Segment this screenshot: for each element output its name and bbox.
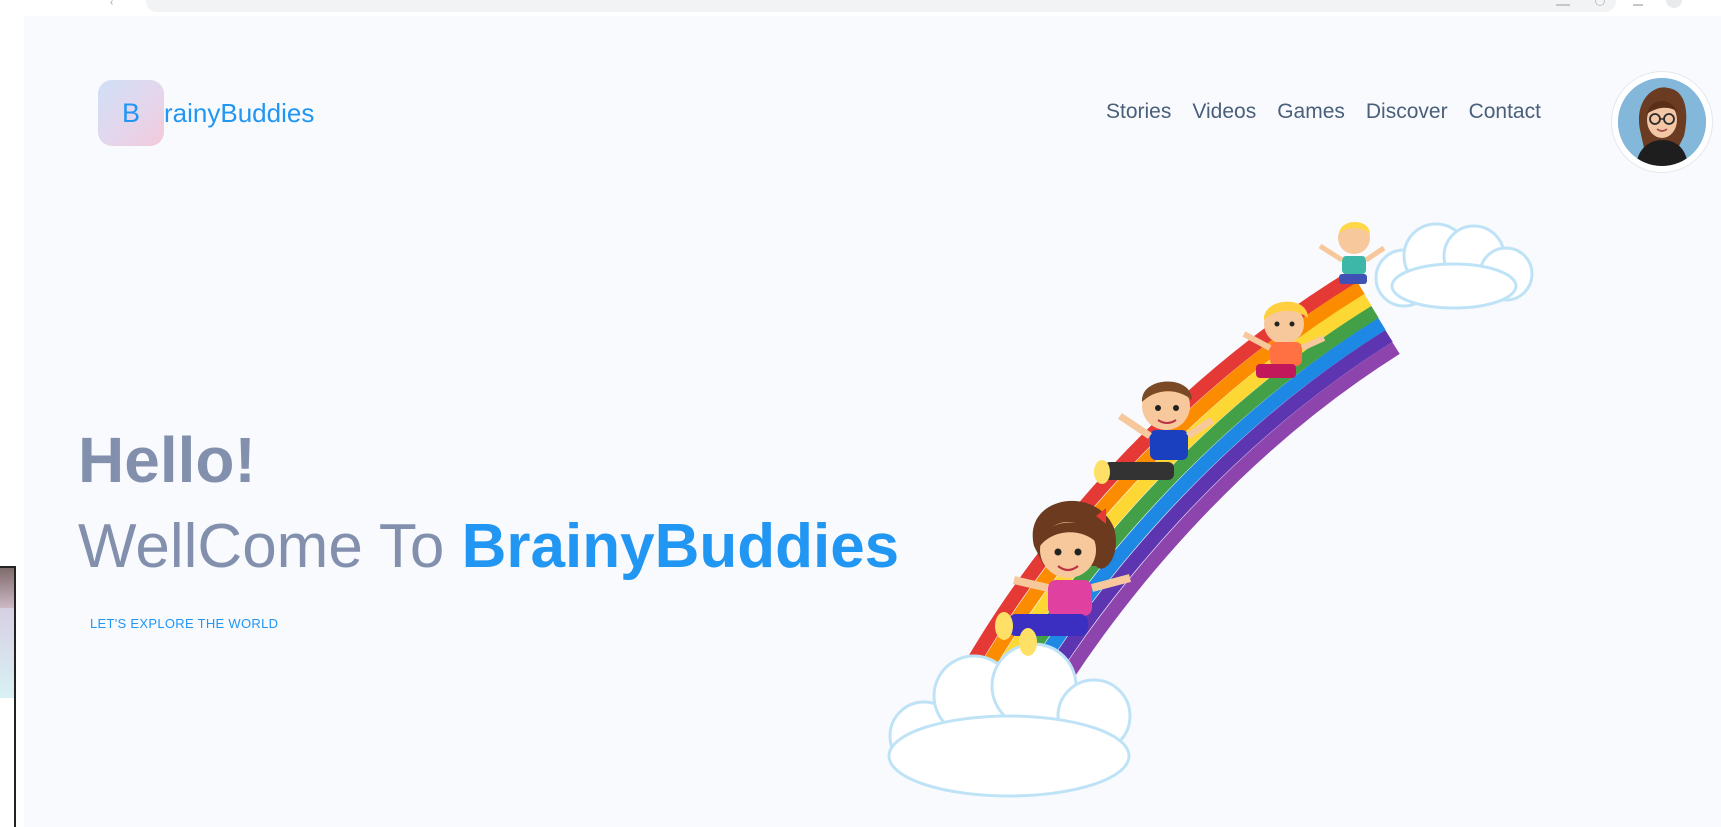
cloud-top xyxy=(1374,222,1534,310)
address-bar[interactable] xyxy=(146,0,1616,12)
hero-tagline: LET'S EXPLORE THE WORLD xyxy=(90,616,279,631)
bookmark-icon[interactable] xyxy=(1556,0,1570,6)
hero-welcome-brand: BrainyBuddies xyxy=(461,512,900,581)
hero-greeting: Hello! xyxy=(78,424,256,496)
browser-toolbar: ‹ xyxy=(0,0,1721,16)
nav-item-videos[interactable]: Videos xyxy=(1192,100,1256,124)
background-window-edge xyxy=(0,566,16,827)
background-window-image xyxy=(0,568,14,608)
brand-logo-link[interactable]: B rainyBuddies xyxy=(98,80,314,146)
nav-item-contact[interactable]: Contact xyxy=(1469,100,1541,124)
rainbow-slide-kids-illustration xyxy=(884,216,1604,827)
hero-welcome: WellCome To BrainyBuddies xyxy=(78,516,899,578)
logo-letter: B xyxy=(121,97,140,128)
nav-item-stories[interactable]: Stories xyxy=(1106,100,1171,124)
user-avatar-icon xyxy=(1618,78,1706,166)
menu-icon[interactable] xyxy=(1633,0,1643,6)
background-window-panel xyxy=(0,608,14,698)
back-icon[interactable]: ‹ xyxy=(110,0,120,8)
home-page: B rainyBuddies Stories Videos Games Disc… xyxy=(24,16,1721,827)
nav-item-discover[interactable]: Discover xyxy=(1366,100,1448,124)
screen: ‹ B rainyBuddies Stories Videos Games Di… xyxy=(0,0,1721,827)
main-nav: Stories Videos Games Discover Contact xyxy=(1106,100,1541,124)
hero-welcome-prefix: WellCome To xyxy=(78,512,462,581)
logo-badge: B xyxy=(98,80,164,146)
brand-name: rainyBuddies xyxy=(164,97,315,128)
nav-item-games[interactable]: Games xyxy=(1277,100,1345,124)
browser-profile-icon[interactable] xyxy=(1666,0,1682,8)
profile-avatar[interactable] xyxy=(1612,72,1712,172)
cloud-bottom xyxy=(887,642,1132,798)
